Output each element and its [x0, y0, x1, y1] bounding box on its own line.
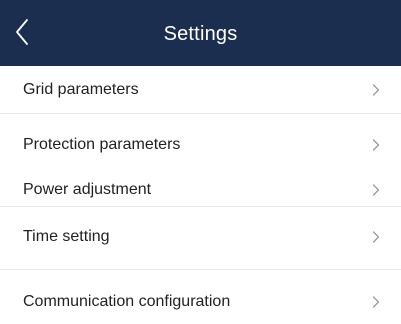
chevron-right-icon	[371, 83, 381, 97]
settings-item-label: Protection parameters	[23, 136, 181, 153]
chevron-right-icon	[371, 230, 381, 244]
app-header: Settings	[0, 0, 401, 66]
settings-item-label: Grid parameters	[23, 81, 139, 98]
page-title: Settings	[163, 23, 238, 45]
settings-item-grid-parameters[interactable]: Grid parameters	[0, 66, 401, 113]
settings-screen: Settings Grid parameters Protection para…	[0, 0, 401, 324]
settings-item-label: Power adjustment	[23, 181, 152, 198]
settings-item-power-adjustment[interactable]: Power adjustment	[0, 161, 401, 206]
settings-item-communication-configuration[interactable]: Communication configuration	[0, 270, 401, 324]
chevron-right-icon	[371, 295, 381, 309]
settings-item-protection-parameters[interactable]: Protection parameters	[0, 114, 401, 161]
chevron-right-icon	[371, 138, 381, 152]
settings-item-label: Time setting	[23, 228, 110, 245]
settings-item-time-setting[interactable]: Time setting	[0, 207, 401, 269]
chevron-right-icon	[371, 183, 381, 197]
settings-item-label: Communication configuration	[23, 293, 231, 310]
